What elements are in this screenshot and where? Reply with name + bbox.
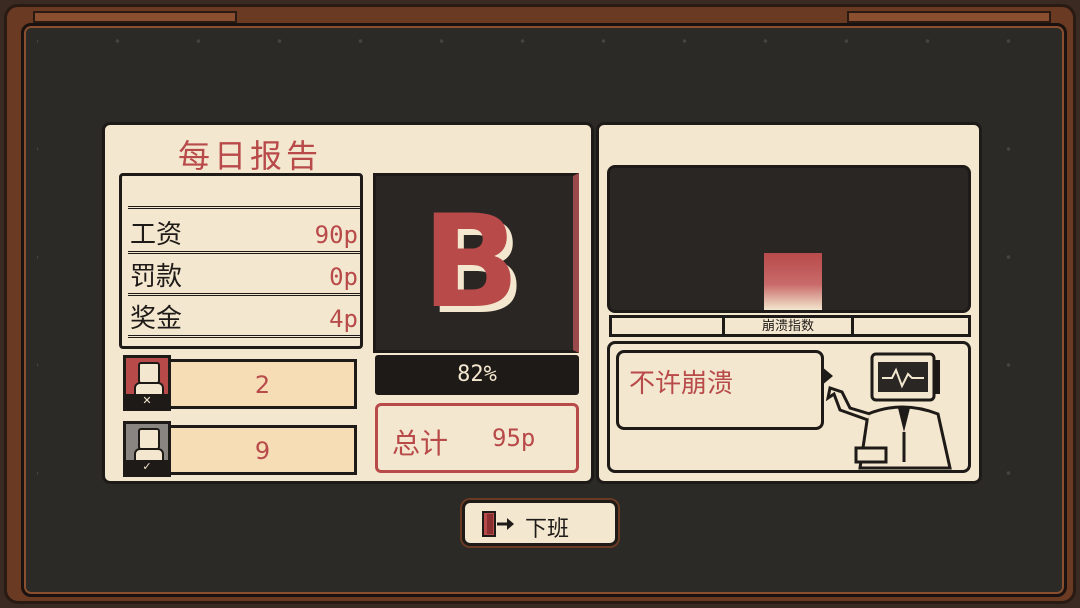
worker-row-passed: ✓ 9 xyxy=(123,421,357,477)
collapse-index-bar: 崩溃指数 xyxy=(609,315,971,337)
collapse-panel: 崩溃指数 不许崩溃 xyxy=(596,122,982,484)
grade-display: B xyxy=(373,173,579,353)
ledger-value: 4p xyxy=(329,305,358,333)
collapse-level-bar xyxy=(764,253,822,310)
happy-worker-icon: ✓ xyxy=(123,421,171,477)
passed-count: 9 xyxy=(171,425,357,475)
failed-count: 2 xyxy=(171,359,357,409)
ledger-label: 罚款 xyxy=(130,262,183,292)
ledger-row-bonus: 奖金 4p xyxy=(128,298,360,338)
sad-worker-icon: ✕ xyxy=(123,355,171,411)
tv-head-boss-icon xyxy=(825,352,952,470)
ledger-row-salary: 工资 90p xyxy=(128,214,360,254)
score-percent: 82% xyxy=(457,362,497,387)
advisor-area: 不许崩溃 xyxy=(607,341,971,473)
worker-head xyxy=(138,362,160,384)
ledger-label: 奖金 xyxy=(130,304,183,334)
worker-row-failed: ✕ 2 xyxy=(123,355,357,411)
ledger-row-fine: 罚款 0p xyxy=(128,256,360,296)
ledger-value: 0p xyxy=(329,263,358,291)
speech-text: 不许崩溃 xyxy=(629,369,734,399)
check-icon: ✓ xyxy=(126,460,168,474)
salary-ledger: 工资 90p 罚款 0p 奖金 4p xyxy=(119,173,363,349)
total-box: 总计 95p xyxy=(375,403,579,473)
off-work-label: 下班 xyxy=(525,517,570,542)
report-title: 每日报告 xyxy=(177,137,322,175)
exit-door-icon xyxy=(482,511,514,537)
score-progress: 82% xyxy=(375,355,579,395)
ledger-value: 90p xyxy=(314,221,358,249)
frame-notch xyxy=(847,11,1051,23)
frame-notch xyxy=(33,11,237,23)
cross-icon: ✕ xyxy=(126,394,168,408)
grade-letter: B xyxy=(422,188,520,337)
daily-report-panel: 每日报告 工资 90p 罚款 0p 奖金 4p ✕ 2 ✓ 9 B 82% 总计… xyxy=(102,122,594,484)
speech-bubble: 不许崩溃 xyxy=(616,350,824,430)
collapse-index-label: 崩溃指数 xyxy=(722,315,854,337)
collapse-meter xyxy=(607,165,971,313)
worker-head xyxy=(138,428,160,450)
ledger-divider xyxy=(128,206,360,213)
total-value: 95p xyxy=(492,424,536,452)
off-work-button[interactable]: 下班 xyxy=(462,500,618,546)
total-label: 总计 xyxy=(392,427,449,460)
ledger-label: 工资 xyxy=(130,220,183,250)
